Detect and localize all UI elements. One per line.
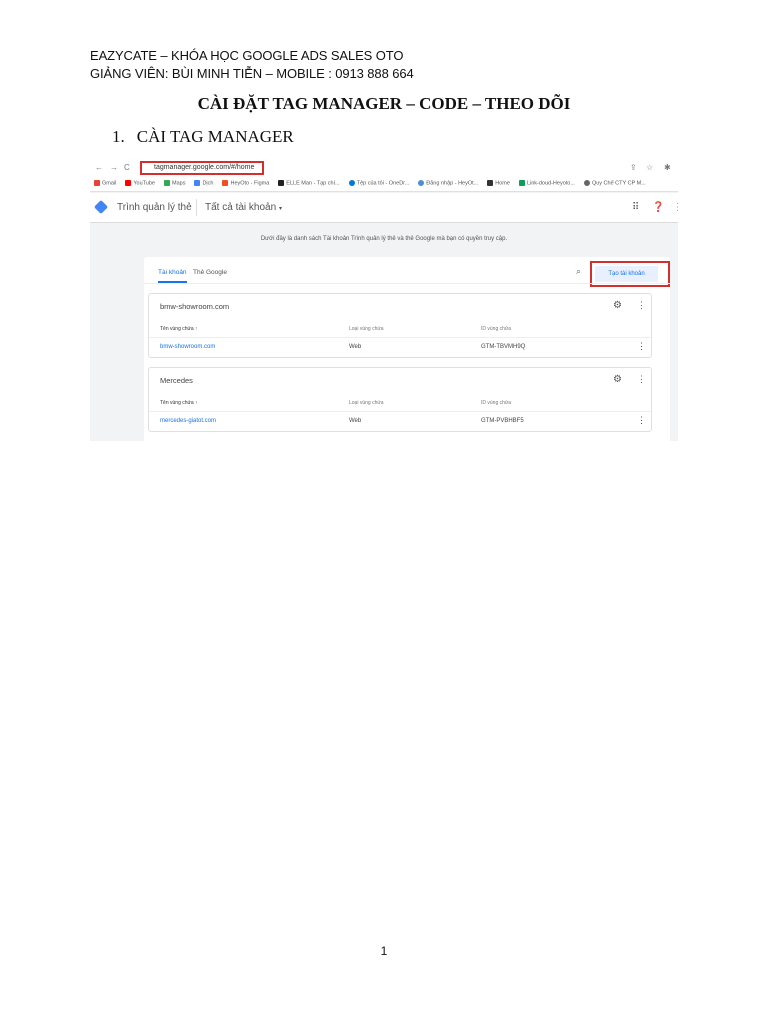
accounts-panel: Tài khoản Thẻ Google ⌕ Tạo tài khoản bmw… <box>144 257 670 441</box>
account-name: bmw-showroom.com <box>160 302 230 311</box>
app-header: Trình quản lý thẻ Tất cả tài khoản ▾ ⠿ ❓… <box>90 193 678 223</box>
more-icon[interactable]: ⋮ <box>637 374 646 385</box>
bookmark[interactable]: Dịch <box>194 180 213 186</box>
column-header[interactable]: Tên vùng chứa ↑ <box>160 326 198 332</box>
document-title: CÀI ĐẶT TAG MANAGER – CODE – THEO DÕI <box>197 94 571 113</box>
container-type: Web <box>349 344 362 350</box>
bookmark[interactable]: Maps <box>164 180 185 186</box>
apps-grid-icon[interactable]: ⠿ <box>632 202 639 213</box>
table-row: bmw-showroom.com Web GTM-TBVMH9Q ⋮ <box>149 337 653 357</box>
more-icon[interactable]: ⋮ <box>637 415 646 426</box>
dropdown-icon: ▾ <box>278 206 282 212</box>
tag-manager-logo-icon <box>93 199 109 215</box>
section-heading: 1. CÀI TAG MANAGER <box>112 127 306 147</box>
more-icon[interactable]: ⋮ <box>637 300 646 311</box>
bookmark[interactable]: ELLE Man - Tạp chí... <box>278 180 340 186</box>
settings-gear-icon[interactable]: ⚙ <box>613 300 622 311</box>
address-bar[interactable]: tagmanager.google.com/#/home <box>140 161 264 175</box>
container-id: GTM-PVBHBF5 <box>481 418 524 424</box>
create-account-button[interactable]: Tạo tài khoản <box>595 266 658 282</box>
more-icon[interactable]: ⋮ <box>673 202 678 213</box>
account-card: bmw-showroom.com ⚙ ⋮ Tên vùng chứa ↑ Loạ… <box>148 293 653 358</box>
column-header: ID vùng chứa <box>481 326 512 332</box>
header-line-1: EAZYCATE – KHÓA HỌC GOOGLE ADS SALES OTO <box>90 48 404 63</box>
tab-accounts[interactable]: Tài khoản <box>158 269 187 283</box>
section-number: 1. <box>112 127 125 146</box>
help-icon[interactable]: ❓ <box>652 202 664 213</box>
intro-text: Dưới đây là danh sách Tài khoản Trình qu… <box>260 236 508 242</box>
app-name: Trình quản lý thẻ <box>117 202 192 213</box>
bookmark[interactable]: Gmail <box>94 180 116 186</box>
container-id: GTM-TBVMH9Q <box>481 344 526 350</box>
star-icon[interactable]: ☆ <box>646 163 653 172</box>
table-row: mercedes-giatot.com Web GTM-PVBHBF5 ⋮ <box>149 411 653 431</box>
share-icon[interactable]: ⇪ <box>630 163 637 172</box>
container-type: Web <box>349 418 362 424</box>
account-selector-label: Tất cả tài khoản <box>205 202 277 213</box>
header-line-2: GIẢNG VIÊN: BÙI MINH TIỄN – MOBILE : 091… <box>90 66 414 81</box>
tab-google-tags[interactable]: Thẻ Google <box>193 269 227 276</box>
container-link[interactable]: bmw-showroom.com <box>160 344 215 350</box>
settings-gear-icon[interactable]: ⚙ <box>613 374 622 385</box>
bookmark[interactable]: Link-doud-Heyoto... <box>518 180 575 186</box>
section-label: CÀI TAG MANAGER <box>136 127 294 146</box>
screenshot: ← → C tagmanager.google.com/#/home ⇪ ☆ ✱… <box>90 157 678 441</box>
bookmark[interactable]: YouTube <box>125 180 155 186</box>
extensions-icon[interactable]: ✱ <box>664 163 671 172</box>
bookmark[interactable]: Tệp của tôi - OneDr... <box>348 180 409 186</box>
account-selector[interactable]: Tất cả tài khoản ▾ <box>205 202 282 213</box>
browser-chrome: ← → C tagmanager.google.com/#/home ⇪ ☆ ✱… <box>90 157 678 192</box>
more-icon[interactable]: ⋮ <box>637 341 646 352</box>
column-header: Loại vùng chứa <box>349 400 384 406</box>
account-card: Mercedes ⚙ ⋮ Tên vùng chứa ↑ Loại vùng c… <box>148 367 653 432</box>
container-link[interactable]: mercedes-giatot.com <box>160 418 216 424</box>
page-number: 1 <box>380 944 388 958</box>
bookmarks-bar: Gmail YouTube Maps Dịch HeyOto - Figma E… <box>94 180 646 186</box>
divider <box>196 199 197 216</box>
forward-icon[interactable]: → <box>110 163 118 172</box>
divider <box>144 283 670 284</box>
bookmark[interactable]: Quy Chế CTY CP M... <box>583 180 646 186</box>
bookmark[interactable]: HeyOto - Figma <box>222 180 269 186</box>
column-header[interactable]: Tên vùng chứa ↑ <box>160 400 198 406</box>
bookmark[interactable]: Đăng nhập - HeyOt... <box>418 180 478 186</box>
reload-icon[interactable]: C <box>124 163 130 172</box>
account-name: Mercedes <box>160 376 193 385</box>
bookmark[interactable]: Home <box>487 180 510 186</box>
column-header: ID vùng chứa <box>481 400 512 406</box>
back-icon[interactable]: ← <box>95 163 103 172</box>
search-icon[interactable]: ⌕ <box>576 266 581 277</box>
column-header: Loại vùng chứa <box>349 326 384 332</box>
